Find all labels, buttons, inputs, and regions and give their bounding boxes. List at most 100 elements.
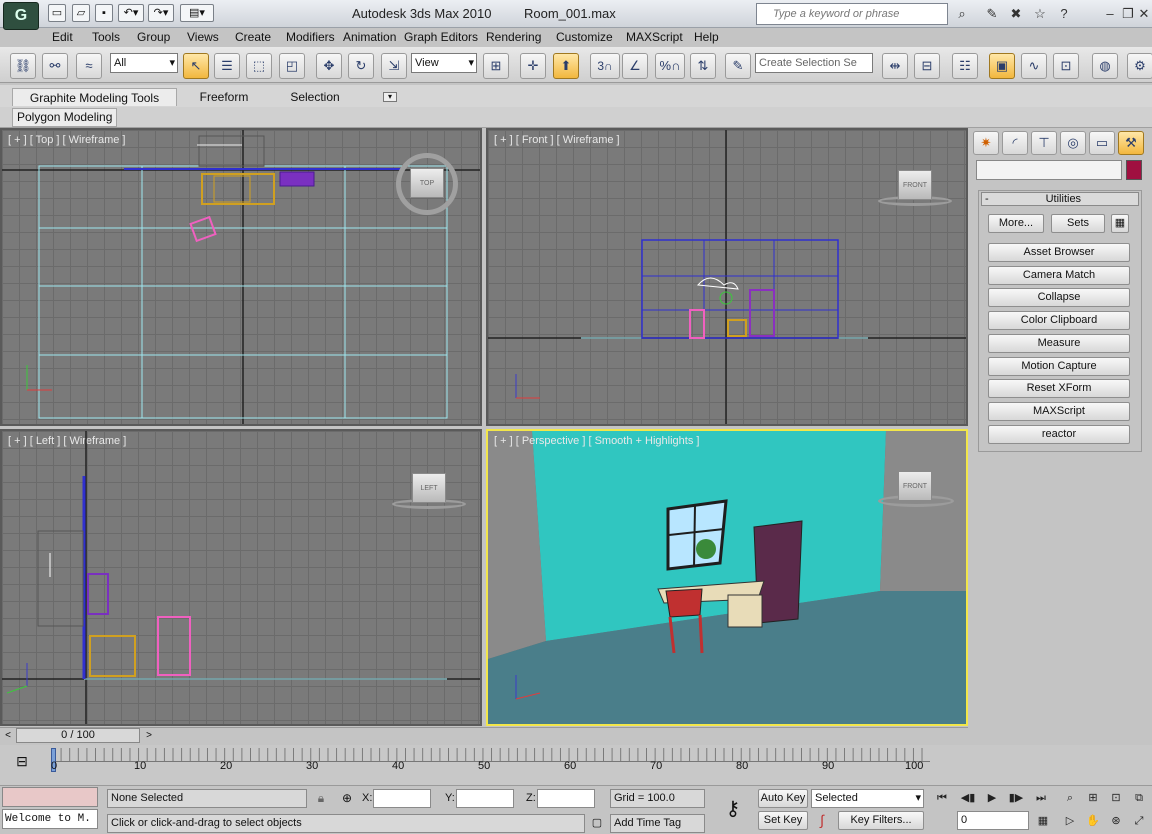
unlink-icon[interactable]: ⚯	[42, 53, 68, 79]
menu-edit[interactable]: Edit	[52, 30, 73, 44]
menu-graph-editors[interactable]: Graph Editors	[404, 30, 478, 44]
camera-match-button[interactable]: Camera Match	[988, 266, 1130, 285]
app-menu-icon[interactable]: G	[3, 2, 39, 30]
select-by-name-icon[interactable]: ☰	[214, 53, 240, 79]
tab-selection[interactable]: Selection	[286, 88, 344, 106]
maxscript-mini-listener[interactable]: Welcome to M.	[2, 809, 98, 829]
maxscript-button[interactable]: MAXScript	[988, 402, 1130, 421]
percent-snap-icon[interactable]: %∩	[655, 53, 685, 79]
go-to-end-icon[interactable]: ⏭	[1031, 788, 1051, 808]
time-configuration-icon[interactable]: ▦	[1033, 811, 1053, 831]
motion-capture-button[interactable]: Motion Capture	[988, 357, 1130, 376]
snaps-toggle-icon[interactable]: 3∩	[590, 53, 620, 79]
viewcube-front[interactable]: FRONT	[898, 170, 932, 200]
absolute-mode-icon[interactable]: ⊕	[338, 789, 356, 808]
selection-lock-icon[interactable]: 🔒︎	[313, 789, 329, 808]
menu-create[interactable]: Create	[235, 30, 271, 44]
play-icon[interactable]: ▶	[982, 788, 1002, 808]
orbit-icon[interactable]: ⊛	[1106, 811, 1126, 831]
configure-button-sets-icon[interactable]: ▦	[1111, 214, 1129, 233]
open-file-icon[interactable]: ▱	[72, 4, 90, 22]
viewcube-top[interactable]: TOP	[410, 168, 444, 198]
save-icon[interactable]: ▪	[95, 4, 113, 22]
previous-key-icon[interactable]: ◀▮	[958, 788, 978, 808]
object-color-swatch[interactable]	[1126, 160, 1142, 180]
zoom-all-icon[interactable]: ⊞	[1083, 788, 1103, 808]
collapse-button[interactable]: Collapse	[988, 288, 1130, 307]
time-slider-thumb[interactable]: 0 / 100	[16, 728, 140, 743]
field-of-view-icon[interactable]: ▷	[1060, 811, 1080, 831]
spinner-snap-icon[interactable]: ⇅	[690, 53, 716, 79]
layer-manager-icon[interactable]: ☷	[952, 53, 978, 79]
curve-editor-icon[interactable]: ∿	[1021, 53, 1047, 79]
mirror-icon[interactable]: ⇹	[882, 53, 908, 79]
schematic-view-icon[interactable]: ⊡	[1053, 53, 1079, 79]
x-coordinate-field[interactable]	[373, 789, 431, 808]
color-clipboard-button[interactable]: Color Clipboard	[988, 311, 1130, 330]
next-frame-icon[interactable]: >	[142, 728, 156, 743]
zoom-icon[interactable]: ⌕	[1060, 788, 1080, 808]
redo-icon[interactable]: ↷▾	[148, 4, 174, 22]
select-object-icon[interactable]: ↖	[183, 53, 209, 79]
minimize-icon[interactable]: –	[1100, 4, 1120, 24]
menu-modifiers[interactable]: Modifiers	[286, 30, 335, 44]
zoom-extents-icon[interactable]: ⊡	[1106, 788, 1126, 808]
menu-rendering[interactable]: Rendering	[486, 30, 541, 44]
reset-xform-button[interactable]: Reset XForm	[988, 379, 1130, 398]
menu-help[interactable]: Help	[694, 30, 719, 44]
default-in-out-tangents-icon[interactable]: ∫	[811, 811, 833, 830]
add-time-tag-button[interactable]: Add Time Tag	[610, 814, 705, 833]
pan-view-icon[interactable]: ✋	[1083, 811, 1103, 831]
viewport-top[interactable]: [ + ] [ Top ] [ Wireframe ] TOP	[0, 128, 482, 426]
bind-space-warp-icon[interactable]: ≈	[76, 53, 102, 79]
motion-tab-icon[interactable]: ◎	[1060, 131, 1086, 155]
select-link-icon[interactable]: ⛓	[10, 53, 36, 79]
favorites-star-icon[interactable]: ☆	[1030, 4, 1050, 24]
select-manipulate-icon[interactable]: ✛	[520, 53, 546, 79]
display-tab-icon[interactable]: ▭	[1089, 131, 1115, 155]
rotate-icon[interactable]: ↻	[348, 53, 374, 79]
tab-freeform[interactable]: Freeform	[195, 88, 253, 106]
mini-curve-editor-icon[interactable]: ⊟	[10, 750, 34, 772]
help-icon[interactable]: ?	[1054, 4, 1074, 24]
zoom-extents-all-icon[interactable]: ⧉	[1129, 788, 1149, 808]
modify-tab-icon[interactable]: ◜	[1002, 131, 1028, 155]
tab-graphite-modeling-tools[interactable]: Graphite Modeling Tools	[12, 88, 177, 106]
infocenter-search-input[interactable]: Type a keyword or phrase	[756, 3, 948, 25]
viewcube-perspective[interactable]: FRONT	[898, 471, 932, 501]
hierarchy-tab-icon[interactable]: ⊤	[1031, 131, 1057, 155]
project-folder-icon[interactable]: ▤▾	[180, 4, 214, 22]
material-editor-icon[interactable]: ◍	[1092, 53, 1118, 79]
more-button[interactable]: More...	[988, 214, 1044, 233]
viewcube-left[interactable]: LEFT	[412, 473, 446, 503]
menu-views[interactable]: Views	[187, 30, 219, 44]
menu-group[interactable]: Group	[137, 30, 170, 44]
viewport-left[interactable]: [ + ] [ Left ] [ Wireframe ] LEFT	[0, 429, 482, 726]
window-crossing-icon[interactable]: ◰	[279, 53, 305, 79]
object-name-field[interactable]	[976, 160, 1122, 180]
auto-key-button[interactable]: Auto Key	[758, 789, 808, 808]
angle-snap-icon[interactable]: ∠	[622, 53, 648, 79]
measure-button[interactable]: Measure	[988, 334, 1130, 353]
binoculars-icon[interactable]: ⌕	[952, 4, 972, 24]
sets-button[interactable]: Sets	[1051, 214, 1105, 233]
time-tag-icon[interactable]: ▢	[588, 814, 606, 833]
y-coordinate-field[interactable]	[456, 789, 514, 808]
new-file-icon[interactable]: ▭	[48, 4, 66, 22]
next-key-icon[interactable]: ▮▶	[1006, 788, 1026, 808]
maximize-viewport-icon[interactable]: ⤢	[1129, 811, 1149, 831]
undo-icon[interactable]: ↶▾	[118, 4, 144, 22]
named-selection-sets-dropdown[interactable]: Create Selection Se	[755, 53, 873, 73]
keyboard-shortcut-override-icon[interactable]: ⬆	[553, 53, 579, 79]
create-tab-icon[interactable]: ✷	[973, 131, 999, 155]
utilities-tab-icon[interactable]: ⚒	[1118, 131, 1144, 155]
viewport-front[interactable]: [ + ] [ Front ] [ Wireframe ] FRONT	[486, 128, 968, 426]
align-icon[interactable]: ⊟	[914, 53, 940, 79]
ribbon-minimize-icon[interactable]: ▾	[383, 92, 397, 102]
rectangular-selection-icon[interactable]: ⬚	[246, 53, 272, 79]
reactor-button[interactable]: reactor	[988, 425, 1130, 444]
key-mode-dropdown[interactable]: Selected ▾	[811, 789, 924, 808]
go-to-start-icon[interactable]: ⏮	[932, 788, 952, 808]
render-setup-icon[interactable]: ⚙	[1127, 53, 1152, 79]
viewport-perspective-label[interactable]: [ + ] [ Perspective ] [ Smooth + Highlig…	[494, 435, 699, 447]
